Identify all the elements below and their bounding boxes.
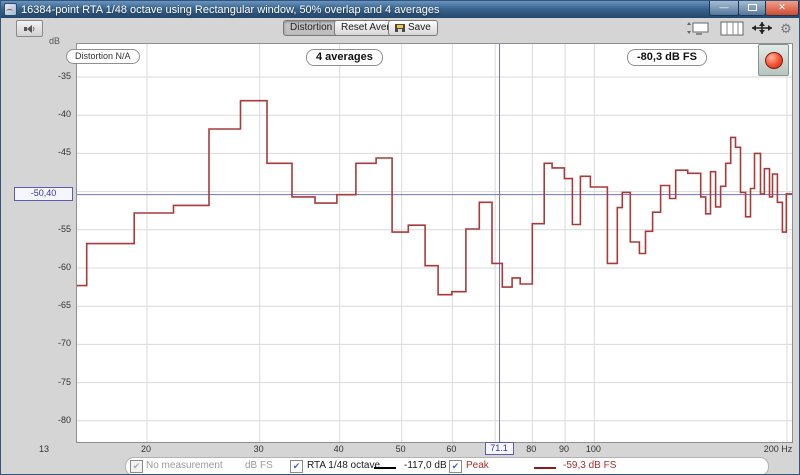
maximize-icon (747, 4, 757, 11)
window-title: 16384-point RTA 1/48 octave using Rectan… (21, 3, 440, 16)
legend-rta: RTA 1/48 octave (307, 460, 381, 471)
graph-limits-icon[interactable] (685, 21, 711, 36)
cursor-frequency-readout[interactable]: 71.1 (484, 442, 514, 455)
gear-icon[interactable]: ⚙ (777, 21, 795, 36)
averages-box: 4 averages (306, 49, 383, 66)
y-tick-label: -75 (57, 376, 71, 387)
y-tick-label: -35 (57, 71, 71, 81)
x-tick-label: 50 (395, 444, 406, 454)
save-button[interactable]: Save (388, 20, 438, 36)
speaker-icon (24, 24, 35, 33)
maximize-button[interactable] (738, 1, 766, 16)
y-tick-label: -80 (57, 414, 71, 425)
x-tick-label: 100 (585, 444, 601, 454)
x-tick-label: 20 (140, 444, 152, 454)
x-tick-label: 13 (38, 444, 50, 454)
rta-chart (77, 44, 792, 442)
peak-line-sample (534, 467, 556, 469)
plot-area (76, 43, 793, 443)
x-tick-label: 80 (526, 444, 537, 454)
legend-peak: Peak (466, 460, 489, 471)
record-icon (764, 51, 783, 69)
rta-window: 16384-point RTA 1/48 octave using Rectan… (0, 0, 800, 475)
legend-no-measurement: No measurement (146, 460, 223, 471)
x-tick-label: 60 (446, 444, 457, 454)
y-axis-unit-label: dB (49, 36, 61, 46)
x-tick-label: 90 (559, 444, 570, 454)
title-bar: 16384-point RTA 1/48 octave using Rectan… (1, 1, 799, 18)
close-button[interactable]: ✕ (765, 1, 799, 16)
rta-line-sample (374, 467, 396, 469)
x-tick-label: 40 (333, 444, 344, 454)
x-tick-label: 200 Hz (763, 444, 793, 454)
y-tick-label: -55 (57, 223, 71, 234)
checkbox-no-measurement[interactable]: ✔ (130, 460, 143, 473)
record-button[interactable] (758, 44, 789, 76)
y-tick-label: -40 (57, 109, 71, 120)
y-tick-label: -65 (57, 300, 71, 311)
legend-db-fs: dB FS (245, 460, 273, 471)
y-tick-label: -70 (57, 338, 71, 349)
legend-bar: ✔ No measurement dB FS ✔ RTA 1/48 octave… (125, 457, 769, 474)
x-tick-label: 30 (253, 444, 264, 454)
legend-peak-value: -59,3 dB FS (563, 460, 617, 471)
checkbox-peak[interactable]: ✔ (449, 460, 462, 473)
headroom-box: -80,3 dB FS (627, 49, 707, 66)
y-tick-label: -60 (57, 262, 71, 272)
save-icon (395, 24, 405, 32)
y-tick-label: -45 (57, 147, 71, 158)
save-label: Save (408, 22, 431, 33)
input-monitor-button[interactable] (16, 20, 43, 37)
peak-trace (77, 99, 792, 296)
minimize-button[interactable]: — (709, 1, 739, 16)
distortion-status-box: Distortion N/A (66, 49, 140, 64)
distortion-button[interactable]: Distortion (283, 20, 340, 36)
checkbox-rta[interactable]: ✔ (290, 460, 303, 473)
cursor-level-readout[interactable]: -50,40 (14, 186, 73, 201)
app-icon (4, 3, 17, 16)
frequency-columns-icon[interactable] (719, 21, 745, 36)
pan-arrows-icon[interactable] (749, 21, 775, 36)
